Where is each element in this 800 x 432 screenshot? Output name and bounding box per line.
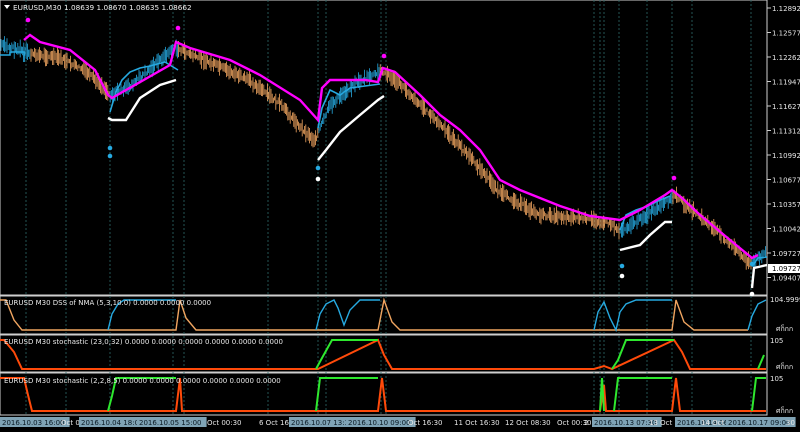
time-tick-label: 30 xyxy=(786,419,795,427)
stochastic-1-top-label: 105 xyxy=(770,337,783,345)
time-tick-label: 2016.10.10 09:00 xyxy=(348,419,410,427)
time-tick-label: 2016.10.13 07:30 xyxy=(594,419,656,427)
signal-dot xyxy=(749,291,755,297)
price-tick-label: 1.10357 xyxy=(772,201,800,209)
signal-dot xyxy=(25,17,31,23)
price-tick-label: 1.12262 xyxy=(772,54,800,62)
time-tick-label: Oct 00:30 xyxy=(207,419,242,427)
dss-bottom-label: ศก็กก xyxy=(776,324,793,333)
signal-dot xyxy=(381,53,387,59)
time-tick-label: 2016.10.03 16:00 xyxy=(2,419,64,427)
time-tick-label: 2016.10.04 18:00 xyxy=(81,419,143,427)
stochastic-2-top-label: 105 xyxy=(770,375,783,383)
signal-dot xyxy=(107,145,113,151)
time-tick-label: 2016.10.05 15:00 xyxy=(139,419,201,427)
current-price-marker: 1.09727 xyxy=(768,264,800,273)
symbol-label: EURUSD,M30 xyxy=(13,3,62,12)
price-tick-label: 1.12892 xyxy=(772,5,800,13)
stochastic-1-title: EURUSD M30 stochastic (23,0,32) 0.0000 0… xyxy=(4,338,283,346)
price-tick-label: 1.10992 xyxy=(772,152,800,160)
signal-dot xyxy=(107,153,113,159)
price-tick-label: 1.09407 xyxy=(772,275,800,283)
ohlc-values: 1.08639 1.08670 1.08635 1.08662 xyxy=(64,3,192,12)
price-tick-label: 1.11312 xyxy=(772,128,800,136)
time-tick-label: Oct 16:30 xyxy=(408,419,443,427)
stochastic-1-bottom-label: ศก็กก xyxy=(776,362,793,371)
time-axis: 2016.10.03 16:00Oct 002016.10.04 18:0020… xyxy=(0,417,796,427)
time-tick-label: 12 Oct 08:30 xyxy=(505,419,551,427)
price-tick-label: 1.10042 xyxy=(772,226,800,234)
time-tick-label: 11 Oct 16:30 xyxy=(454,419,500,427)
chart-header: EURUSD,M30 1.08639 1.08670 1.08635 1.086… xyxy=(4,3,192,12)
price-tick-label: 1.10677 xyxy=(772,177,800,185)
dss-title: EURUSD M30 DSS of NMA (5,3,10.0) 0.0000 … xyxy=(4,299,211,307)
stochastic-2-title: EURUSD M30 stochastic (2,2,8,5) 0.0000 0… xyxy=(4,377,281,385)
signal-dot xyxy=(175,25,181,31)
time-tick-label: 2016.10.17 09:00 xyxy=(728,419,790,427)
price-tick-label: 1.11947 xyxy=(772,79,800,87)
signal-dot xyxy=(671,175,677,181)
current-price-label: 1.09727 xyxy=(772,265,800,273)
trading-chart[interactable]: EURUSD,M30 1.08639 1.08670 1.08635 1.086… xyxy=(0,0,800,432)
time-tick-label: 2 xyxy=(584,419,588,427)
signal-dot xyxy=(749,261,755,267)
signal-dot xyxy=(619,273,625,279)
time-tick-label: 2016.10.07 13:30 xyxy=(291,419,353,427)
signal-dot xyxy=(315,165,321,171)
price-tick-label: 1.09727 xyxy=(772,250,800,258)
price-tick-label: 1.11627 xyxy=(772,103,800,111)
price-tick-label: 1.12577 xyxy=(772,30,800,38)
stochastic-2-bottom-label: ศก็กก xyxy=(776,406,793,415)
signal-dot xyxy=(315,176,321,182)
dss-top-label: 104.9999 xyxy=(770,296,800,304)
signal-dot xyxy=(619,263,625,269)
